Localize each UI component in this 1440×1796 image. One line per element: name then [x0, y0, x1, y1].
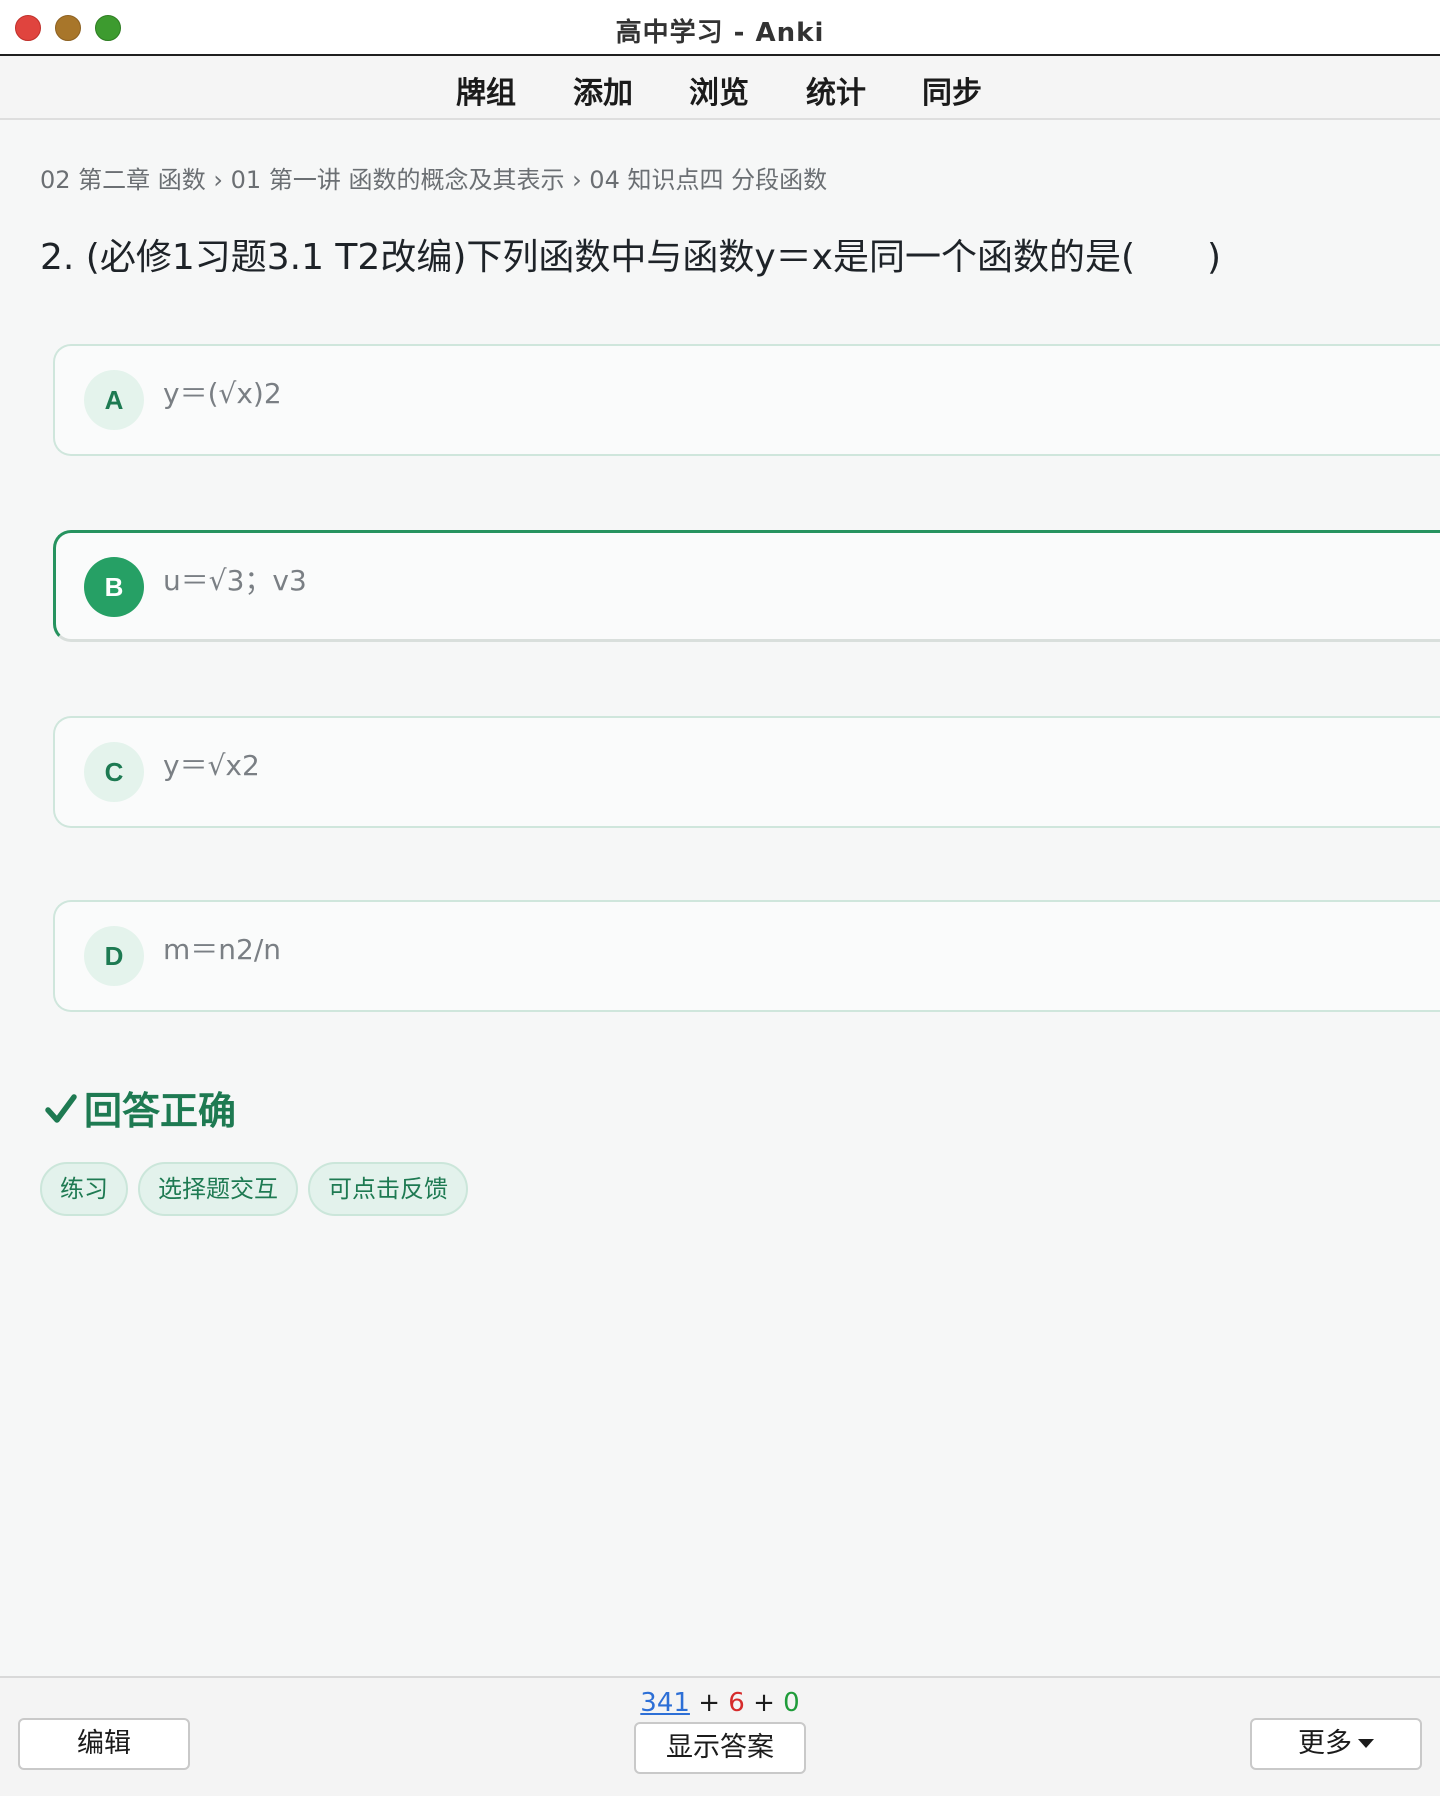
tag-choice-interaction[interactable]: 选择题交互 [138, 1162, 298, 1216]
option-text: m＝n2/n [163, 933, 282, 966]
tag-practice[interactable]: 练习 [40, 1162, 128, 1216]
bottom-bar: 编辑 341 + 6 + 0 显示答案 更多 [0, 1676, 1440, 1796]
edit-button[interactable]: 编辑 [18, 1718, 190, 1770]
plus-separator: + [753, 1688, 775, 1718]
option-text: y＝√x2 [163, 749, 260, 782]
window-title: 高中学习 - Anki [615, 18, 825, 48]
learning-count: 6 [728, 1688, 745, 1718]
nav-sync[interactable]: 同步 [922, 68, 982, 112]
option-letter-badge: A [84, 370, 144, 430]
top-nav: 牌组 添加 浏览 统计 同步 [0, 56, 1440, 120]
tag-clickable-feedback[interactable]: 可点击反馈 [308, 1162, 468, 1216]
title-bar: 高中学习 - Anki [0, 0, 1440, 56]
plus-separator: + [698, 1688, 720, 1718]
option-b[interactable]: B u＝√3；v3 [53, 530, 1440, 642]
nav-stats[interactable]: 统计 [806, 68, 866, 112]
option-letter-badge: C [84, 742, 144, 802]
option-text: u＝√3；v3 [163, 564, 307, 597]
option-letter-badge: B [84, 557, 144, 617]
review-count: 0 [783, 1688, 800, 1718]
option-c[interactable]: C y＝√x2 [53, 716, 1440, 828]
card-content: 02 第二章 函数 › 01 第一讲 函数的概念及其表示 › 04 知识点四 分… [0, 120, 1440, 1676]
question-text: 2. (必修1习题3.1 T2改编)下列函数中与函数y＝x是同一个函数的是( ) [40, 237, 1222, 278]
result-message: 回答正确 [44, 1080, 236, 1135]
more-label: 更多 [1298, 1728, 1352, 1759]
option-text: y＝(√x)2 [163, 377, 282, 410]
result-text: 回答正确 [84, 1089, 237, 1133]
option-d[interactable]: D m＝n2/n [53, 900, 1440, 1012]
nav-decks[interactable]: 牌组 [456, 68, 516, 112]
option-letter-badge: D [84, 926, 144, 986]
option-a[interactable]: A y＝(√x)2 [53, 344, 1440, 456]
caret-down-icon [1358, 1739, 1374, 1748]
new-count[interactable]: 341 [640, 1688, 690, 1718]
nav-browse[interactable]: 浏览 [689, 68, 749, 112]
nav-add[interactable]: 添加 [573, 68, 633, 112]
breadcrumb: 02 第二章 函数 › 01 第一讲 函数的概念及其表示 › 04 知识点四 分… [40, 166, 828, 194]
check-icon [45, 1094, 77, 1123]
more-button[interactable]: 更多 [1250, 1718, 1422, 1770]
anki-window: 高中学习 - Anki 牌组 添加 浏览 统计 同步 02 第二章 函数 › 0… [0, 0, 1440, 1796]
due-counts: 341 + 6 + 0 [0, 1688, 1440, 1718]
show-answer-button[interactable]: 显示答案 [634, 1722, 806, 1774]
